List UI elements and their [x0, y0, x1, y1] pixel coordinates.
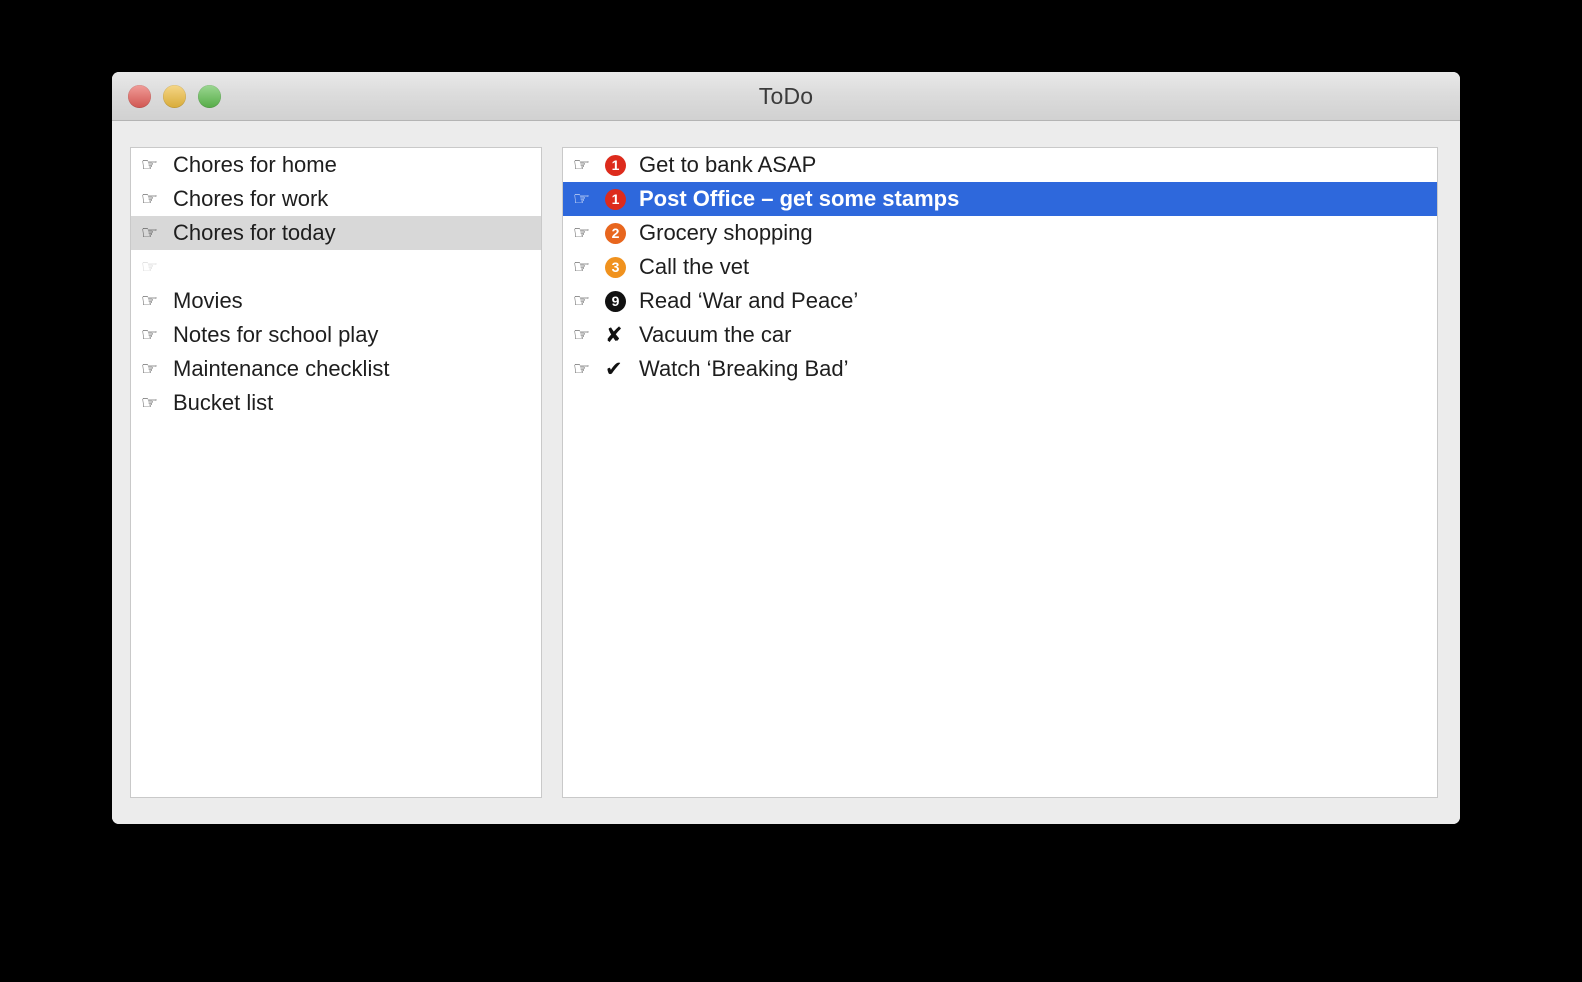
sidebar-list-item[interactable]: ☞ Maintenance checklist — [131, 352, 541, 386]
task-list-item-label: Call the vet — [639, 254, 750, 279]
task-list-item[interactable]: ☞ ✘ Vacuum the car — [563, 318, 1437, 352]
sidebar-list-item-label: Maintenance checklist — [173, 356, 390, 381]
task-priority-badge: 2 — [605, 222, 635, 244]
task-priority-badge: ✘ — [605, 322, 635, 347]
pointing-hand-icon: ☞ — [573, 153, 591, 176]
sidebar-list-item-label: Chores for work — [173, 186, 329, 211]
sidebar-list-item-label: Chores for today — [173, 220, 336, 245]
sidebar-list-item-label: Chores for home — [173, 152, 337, 177]
checkmark-icon: ✔ — [605, 356, 623, 381]
priority-number-icon: 1 — [605, 188, 626, 210]
tasks-list-panel[interactable]: ☞ 1 Get to bank ASAP ☞ 1 Post Office – get so… — [562, 147, 1438, 798]
window-content: ☞ Chores for home ☞ Chores for work ☞ Chores … — [112, 121, 1460, 824]
task-priority-badge: ✔ — [605, 356, 635, 381]
pointing-hand-icon: ☞ — [573, 221, 591, 244]
task-list-item-label: Vacuum the car — [639, 322, 792, 347]
priority-number-icon: 2 — [605, 222, 626, 244]
task-list-item[interactable]: ☞ 1 Get to bank ASAP — [563, 148, 1437, 182]
task-list-item-label: Read ‘War and Peace’ — [639, 288, 859, 313]
pointing-hand-icon: ☞ — [141, 187, 159, 210]
sidebar-list-item[interactable]: ☞ Movies — [131, 284, 541, 318]
pointing-hand-icon: ☞ — [141, 255, 159, 278]
pointing-hand-icon: ☞ — [141, 357, 159, 380]
task-list-item-label: Watch ‘Breaking Bad’ — [639, 356, 849, 381]
traffic-light-group — [128, 72, 221, 120]
sidebar-list-item[interactable]: ☞ Chores for today — [131, 216, 541, 250]
pointing-hand-icon: ☞ — [141, 391, 159, 414]
pointing-hand-icon: ☞ — [573, 289, 591, 312]
desktop-background: ToDo ☞ Chores for home ☞ Chores for work ☞ Ch… — [0, 0, 1582, 982]
sidebar-list-item-label: Movies — [173, 288, 243, 313]
priority-number-icon: 9 — [605, 290, 626, 312]
window-titlebar[interactable]: ToDo — [112, 72, 1460, 121]
task-priority-badge: 1 — [605, 188, 635, 210]
close-button-icon[interactable] — [128, 84, 151, 108]
task-priority-badge: 3 — [605, 256, 635, 278]
minimize-button-icon[interactable] — [163, 84, 186, 108]
pointing-hand-icon: ☞ — [141, 289, 159, 312]
window-title: ToDo — [758, 82, 814, 109]
sidebar-list-item[interactable]: ☞ Chores for work — [131, 182, 541, 216]
pointing-hand-icon: ☞ — [141, 323, 159, 346]
pointing-hand-icon: ☞ — [573, 357, 591, 380]
task-list-item-label: Get to bank ASAP — [639, 152, 817, 177]
task-list-item[interactable]: ☞ 2 Grocery shopping — [563, 216, 1437, 250]
pointing-hand-icon: ☞ — [141, 221, 159, 244]
lists-sidebar-panel[interactable]: ☞ Chores for home ☞ Chores for work ☞ Chores … — [130, 147, 542, 798]
pointing-hand-icon: ☞ — [573, 323, 591, 346]
pointing-hand-icon: ☞ — [573, 187, 591, 210]
sidebar-list-item[interactable]: ☞ Chores for home — [131, 148, 541, 182]
pointing-hand-icon: ☞ — [573, 255, 591, 278]
task-list-item[interactable]: ☞ 1 Post Office – get some stamps — [563, 182, 1437, 216]
task-list-item[interactable]: ☞ ✔ Watch ‘Breaking Bad’ — [563, 352, 1437, 386]
priority-number-icon: 3 — [605, 256, 626, 278]
sidebar-list-item[interactable]: ☞ Bucket list — [131, 386, 541, 420]
task-list-item-label: Grocery shopping — [639, 220, 813, 245]
pointing-hand-icon: ☞ — [141, 153, 159, 176]
sidebar-list-item-label: Notes for school play — [173, 322, 379, 347]
task-priority-badge: 1 — [605, 154, 635, 176]
sidebar-list-item[interactable]: ☞ — [131, 250, 541, 284]
task-priority-badge: 9 — [605, 290, 635, 312]
sidebar-list-item[interactable]: ☞ Notes for school play — [131, 318, 541, 352]
task-list-item[interactable]: ☞ 9 Read ‘War and Peace’ — [563, 284, 1437, 318]
sidebar-list-item-label: Bucket list — [173, 390, 274, 415]
task-list-item[interactable]: ☞ 3 Call the vet — [563, 250, 1437, 284]
priority-number-icon: 1 — [605, 154, 626, 176]
cross-mark-icon: ✘ — [605, 322, 623, 347]
todo-window: ToDo ☞ Chores for home ☞ Chores for work ☞ Ch… — [112, 72, 1460, 824]
task-list-item-label: Post Office – get some stamps — [639, 186, 960, 211]
maximize-button-icon[interactable] — [198, 84, 221, 108]
